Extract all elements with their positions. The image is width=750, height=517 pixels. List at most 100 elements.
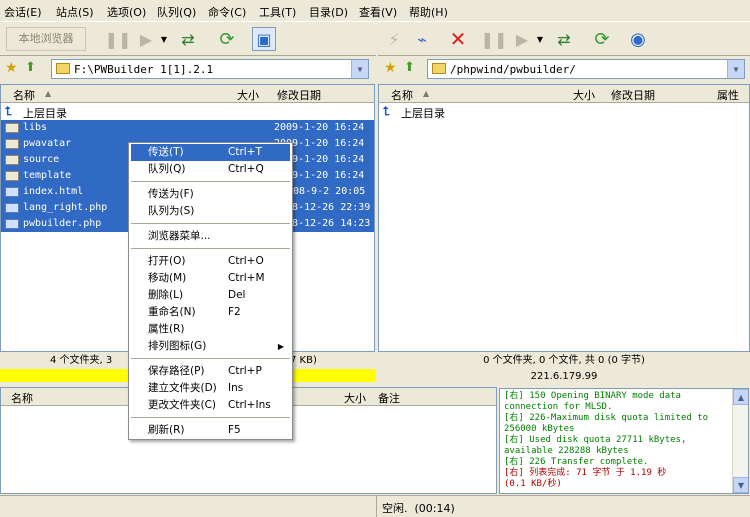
chevron-down-icon[interactable]: ▼ [351,60,368,78]
local-browser-button[interactable]: 本地浏览器 [6,27,86,51]
col-name[interactable]: 名称 [391,87,413,103]
scroll-up-icon[interactable]: ▲ [733,389,748,405]
server-address: 221.6.179.99 [530,371,598,382]
site-manager-icon[interactable]: ▣ [252,27,276,51]
menu-item-save-path[interactable]: 保存路径(P) Ctrl+P [131,363,290,380]
right-status-text: 0 个文件夹, 0 个文件, 共 0 (0 字节) [483,355,645,366]
right-column-header: 名称 ▲ 大小 修改日期 属性 [379,85,749,103]
sync-browse-icon[interactable]: ⇄ [176,27,200,51]
log-line: available 228288 kBytes [504,446,629,456]
menu-item-move[interactable]: 移动(M) Ctrl+M [131,270,290,287]
menu-item-transfer-as[interactable]: 传送为(F) [131,186,290,203]
menu-separator [131,223,290,224]
menu-item-new-folder[interactable]: 建立文件夹(D) Ins [131,380,290,397]
up-folder-icon[interactable]: ⬆ [25,60,36,75]
right-path-text: /phpwind/pwbuilder/ [450,62,576,76]
star-icon[interactable]: ★ [5,60,18,76]
menu-session[interactable]: 会话(E) [4,4,42,20]
col-note[interactable]: 备注 [378,390,400,406]
file-row[interactable]: libs 2009-1-20 16:24 [1,120,374,136]
menu-item-browser-menu[interactable]: 浏览器菜单... [131,228,290,245]
menu-item-properties[interactable]: 属性(R) [131,321,290,338]
menu-help[interactable]: 帮助(H) [409,4,448,20]
up-arrow-icon: ⮤ [5,104,13,118]
menu-site[interactable]: 站点(S) [56,4,94,20]
menu-bar: 会话(E) 站点(S) 选项(O) 队列(Q) 命令(C) 工具(T) 目录(D… [0,0,750,22]
menu-view[interactable]: 查看(V) [359,4,397,20]
transfer-icon[interactable]: ▶ [510,27,534,51]
right-toolbar: ⚡ ⌁ ✕ ❚❚ ▶ ▼ ⇄ ⟳ ◉ [378,22,750,56]
star-icon[interactable]: ★ [384,60,397,76]
menu-item-open[interactable]: 打开(O) Ctrl+O [131,253,290,270]
dropdown-arrow-icon[interactable]: ▼ [534,27,546,51]
menu-item-rename[interactable]: 重命名(N) F2 [131,304,290,321]
up-folder-icon[interactable]: ⬆ [404,60,415,75]
log-line: [右] 226-Maximum disk quota limited to [504,413,709,423]
dropdown-arrow-icon[interactable]: ▼ [158,27,170,51]
up-arrow-icon: ⮤ [383,104,391,118]
sync-browse-icon[interactable]: ⇄ [552,27,576,51]
disconnect-icon[interactable]: ⌁ [410,27,434,51]
menu-item-arrange-icons[interactable]: 排列图标(G) ▶ [131,338,290,355]
left-path-combo[interactable]: F:\PWBuilder 1[1].2.1 ▼ [51,59,369,79]
log-line: [右] 150 Opening BINARY mode data [504,391,681,401]
menu-item-queue-as[interactable]: 队列为(S) [131,203,290,220]
menu-separator [131,358,290,359]
log-panel: [右] 150 Opening BINARY mode data connect… [499,388,749,494]
right-address-bar: ★ ⬆ /phpwind/pwbuilder/ ▼ [378,56,750,82]
parent-dir-row[interactable]: ⮤ 上层目录 [1,104,374,120]
chevron-down-icon[interactable]: ▼ [727,60,744,78]
folder-icon [5,171,19,181]
menu-tools[interactable]: 工具(T) [259,4,296,20]
col-attr[interactable]: 属性 [717,87,739,103]
log-scrollbar[interactable]: ▲ ▼ [732,389,748,493]
pause-icon[interactable]: ❚❚ [481,27,508,51]
globe-icon[interactable]: ◉ [626,27,650,51]
col-date[interactable]: 修改日期 [611,87,655,103]
scroll-down-icon[interactable]: ▼ [733,477,748,493]
left-toolbar: 本地浏览器 ❚❚ ▶ ▼ ⇄ ⟳ ▣ [0,22,376,56]
menu-command[interactable]: 命令(C) [208,4,246,20]
menu-queue[interactable]: 队列(Q) [157,4,196,20]
menu-options[interactable]: 选项(O) [107,4,146,20]
refresh-icon[interactable]: ⟳ [590,27,614,51]
menu-item-queue[interactable]: 队列(Q) Ctrl+Q [131,161,290,178]
status-bar: 空闲. (00:14) [0,495,750,517]
right-path-combo[interactable]: /phpwind/pwbuilder/ ▼ [427,59,745,79]
abort-icon[interactable]: ✕ [446,27,470,51]
pause-icon[interactable]: ❚❚ [105,27,132,51]
left-path-text: F:\PWBuilder 1[1].2.1 [74,62,214,76]
log-line: [右] Used disk quota 27711 kBytes, [504,435,687,445]
log-line: 256000 kBytes [504,424,575,434]
menu-directory[interactable]: 目录(D) [309,4,348,20]
menu-separator [131,417,290,418]
log-line: (0.1 KB/秒) [504,479,562,489]
connect-icon[interactable]: ⚡ [382,27,406,51]
refresh-icon[interactable]: ⟳ [215,27,239,51]
folder-icon [5,123,19,133]
col-size[interactable]: 大小 [344,390,366,406]
col-size[interactable]: 大小 [573,87,595,103]
menu-item-change-folder[interactable]: 更改文件夹(C) Ctrl+Ins [131,397,290,414]
left-address-bar: ★ ⬆ F:\PWBuilder 1[1].2.1 ▼ [0,56,376,82]
log-line: connection for MLSD. [504,402,613,412]
sort-asc-icon: ▲ [423,89,430,98]
folder-icon [5,155,19,165]
log-line: [右] 226 Transfer complete. [504,457,649,467]
submenu-arrow-icon: ▶ [277,342,284,351]
status-divider [376,496,377,517]
transfer-icon[interactable]: ▶ [134,27,158,51]
col-name[interactable]: 名称 [13,87,35,103]
html-file-icon [5,187,19,197]
folder-icon [5,139,19,149]
parent-dir-row[interactable]: ⮤ 上层目录 [379,104,749,120]
menu-item-transfer[interactable]: 传送(T) Ctrl+T [131,144,290,161]
context-menu: 传送(T) Ctrl+T 队列(Q) Ctrl+Q 传送为(F) 队列为(S) 浏览… [128,142,293,440]
menu-item-delete[interactable]: 删除(L) Del [131,287,290,304]
col-date[interactable]: 修改日期 [277,87,321,103]
menu-item-refresh[interactable]: 刷新(R) F5 [131,422,290,439]
connection-status: 空闲. (00:14) [382,502,455,515]
col-size[interactable]: 大小 [237,87,259,103]
menu-separator [131,248,290,249]
col-name[interactable]: 名称 [11,390,33,406]
